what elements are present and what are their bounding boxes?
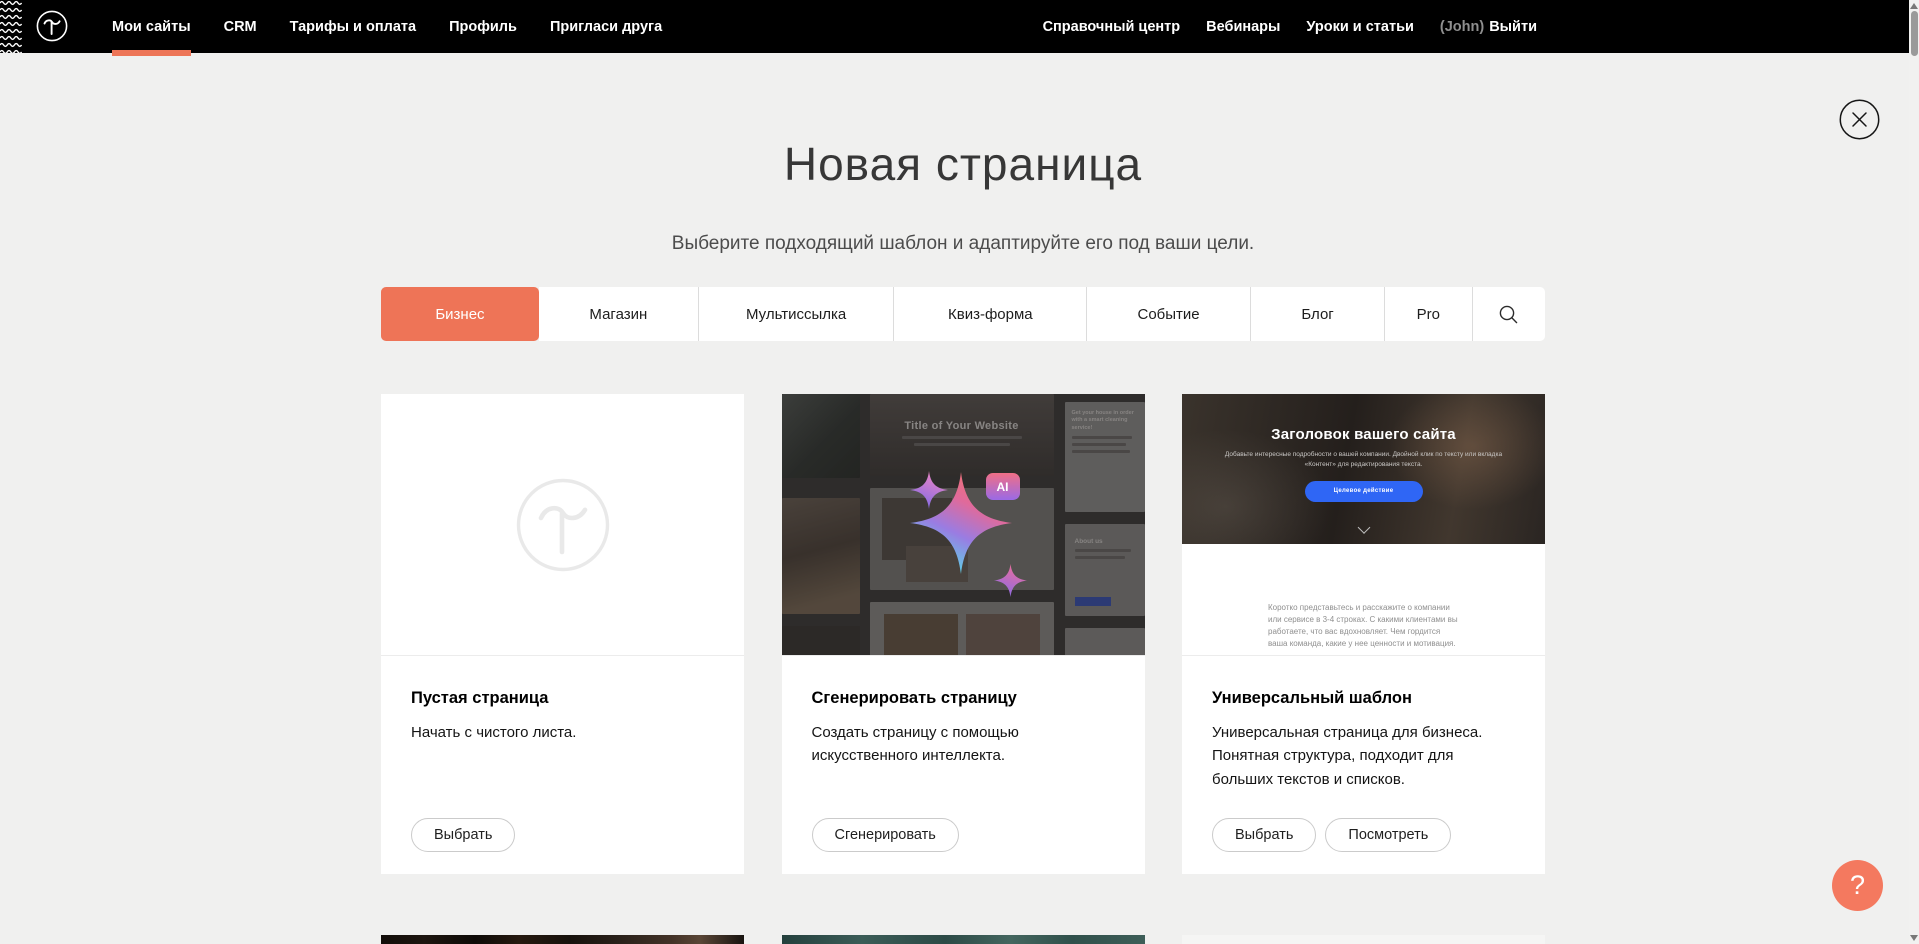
top-bar: Мои сайты CRM Тарифы и оплата Профиль Пр…: [0, 0, 1919, 53]
card-partial: [1182, 935, 1545, 944]
search-icon: [1498, 304, 1519, 325]
card-preview-image: [381, 935, 744, 944]
card-universal-template: Заголовок вашего сайта Добавьте интересн…: [1182, 394, 1545, 874]
nav-tariffs[interactable]: Тарифы и оплата: [290, 0, 416, 53]
blank-page-preview: [381, 394, 744, 656]
nav-crm-label: CRM: [224, 19, 257, 35]
card-partial: [381, 935, 744, 944]
tilda-watermark-icon: [515, 477, 611, 573]
card-description: Универсальная страница для бизнеса. Поня…: [1212, 721, 1515, 791]
tab-quiz-form[interactable]: Квиз-форма: [894, 287, 1087, 341]
template-hero: Заголовок вашего сайта Добавьте интересн…: [1182, 394, 1545, 544]
tab-pro[interactable]: Pro: [1385, 287, 1472, 341]
question-mark-icon: ?: [1850, 870, 1865, 901]
template-cta-button: Целевое действие: [1305, 481, 1423, 502]
card-description: Начать с чистого листа.: [411, 721, 714, 744]
scrollbar-down-arrow[interactable]: [1910, 935, 1918, 941]
nav-logout[interactable]: (John) Выйти: [1440, 0, 1537, 53]
card-actions: Выбрать: [411, 818, 714, 852]
page-subtitle: Выберите подходящий шаблон и адаптируйте…: [381, 233, 1545, 255]
user-name: (John): [1440, 19, 1484, 35]
logout-label: Выйти: [1489, 19, 1537, 35]
nav-tariffs-label: Тарифы и оплата: [290, 19, 416, 35]
scrollbar-up-arrow[interactable]: [1910, 3, 1918, 9]
universal-card-info: Универсальный шаблон Универсальная стран…: [1182, 656, 1545, 874]
card-preview-image: [1182, 935, 1545, 944]
scrollbar[interactable]: [1909, 0, 1919, 944]
nav-invite-friend[interactable]: Пригласи друга: [550, 0, 662, 53]
wave-pattern-decoration: [0, 0, 22, 53]
card-title: Сгенерировать страницу: [812, 689, 1115, 708]
nav-invite-friend-label: Пригласи друга: [550, 19, 662, 35]
tab-search[interactable]: [1473, 287, 1546, 341]
nav-my-sites-label: Мои сайты: [112, 19, 191, 35]
generate-button[interactable]: Сгенерировать: [812, 818, 959, 852]
blank-page-info: Пустая страница Начать с чистого листа. …: [381, 656, 744, 874]
nav-crm[interactable]: CRM: [224, 0, 257, 53]
card-actions: Выбрать Посмотреть: [1212, 818, 1515, 852]
tilda-logo-icon[interactable]: [36, 10, 68, 42]
page-title: Новая страница: [381, 137, 1545, 191]
template-hero-title: Заголовок вашего сайта: [1182, 426, 1545, 443]
ai-card-info: Сгенерировать страницу Создать страницу …: [782, 656, 1145, 874]
nav-profile[interactable]: Профиль: [449, 0, 517, 53]
card-preview-image: [782, 935, 1145, 944]
nav-help-center[interactable]: Справочный центр: [1043, 0, 1181, 53]
nav-lessons[interactable]: Уроки и статьи: [1306, 0, 1413, 53]
preview-template-button[interactable]: Посмотреть: [1325, 818, 1451, 852]
ai-badge: AI: [986, 473, 1020, 500]
card-actions: Сгенерировать: [812, 818, 1115, 852]
choose-blank-button[interactable]: Выбрать: [411, 818, 515, 852]
nav-help-center-label: Справочный центр: [1043, 19, 1181, 35]
nav-webinars-label: Вебинары: [1206, 19, 1280, 35]
tab-business[interactable]: Бизнес: [381, 287, 539, 341]
template-cards-row-2: [381, 935, 1545, 944]
tab-store[interactable]: Магазин: [539, 287, 699, 341]
card-partial: [782, 935, 1145, 944]
card-description: Создать страницу с помощью искусственног…: [812, 721, 1115, 768]
universal-template-preview: Заголовок вашего сайта Добавьте интересн…: [1182, 394, 1545, 656]
template-body-text: Коротко представьтесь и расскажите о ком…: [1268, 602, 1458, 650]
tab-multilink[interactable]: Мультиссылка: [699, 287, 895, 341]
card-ai-generate: Title of Your Website Get your house in …: [782, 394, 1145, 874]
template-cards-row: Пустая страница Начать с чистого листа. …: [381, 394, 1545, 874]
card-title: Пустая страница: [411, 689, 714, 708]
ai-preview-collage: Title of Your Website Get your house in …: [782, 394, 1145, 656]
nav-lessons-label: Уроки и статьи: [1306, 19, 1413, 35]
active-nav-underline: [112, 50, 191, 56]
main-nav: Мои сайты CRM Тарифы и оплата Профиль Пр…: [112, 0, 662, 53]
nav-my-sites[interactable]: Мои сайты: [112, 0, 191, 53]
close-button[interactable]: [1839, 99, 1880, 140]
help-button[interactable]: ?: [1832, 860, 1883, 911]
tab-blog[interactable]: Блог: [1251, 287, 1385, 341]
template-hero-subtitle: Добавьте интересные подробности о вашей …: [1219, 450, 1509, 471]
card-blank-page: Пустая страница Начать с чистого листа. …: [381, 394, 744, 874]
card-title: Универсальный шаблон: [1212, 689, 1515, 708]
nav-webinars[interactable]: Вебинары: [1206, 0, 1280, 53]
ai-sparkle-icon: [994, 564, 1027, 597]
nav-profile-label: Профиль: [449, 19, 517, 35]
tab-event[interactable]: Событие: [1087, 287, 1251, 341]
scrollbar-thumb[interactable]: [1911, 11, 1918, 56]
choose-template-button[interactable]: Выбрать: [1212, 818, 1316, 852]
chevron-down-icon: [1357, 521, 1370, 534]
new-page-dialog: Новая страница Выберите подходящий шабло…: [381, 53, 1545, 874]
template-category-tabs: Бизнес Магазин Мультиссылка Квиз-форма С…: [381, 287, 1545, 341]
secondary-nav: Справочный центр Вебинары Уроки и статьи…: [1043, 0, 1537, 53]
